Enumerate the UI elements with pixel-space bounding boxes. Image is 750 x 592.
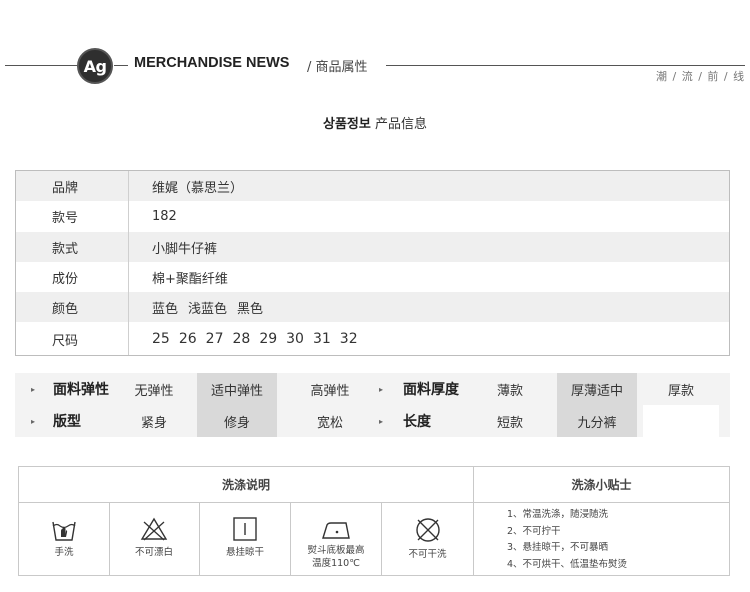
washing-tips-list: 1、常温洗涤，随浸随洗 2、不可拧干 3、悬挂晾干，不可暴晒 4、不可烘干、低温… — [507, 507, 627, 573]
info-row-brand: 品牌 维娓（慕思兰） — [16, 171, 729, 201]
color-option: 黑色 — [237, 301, 264, 317]
color-option: 蓝色 — [152, 301, 179, 317]
size-option: 27 — [205, 331, 224, 347]
option-cropped-selected: 九分裤 — [557, 405, 637, 437]
header-title: MERCHANDISE NEWS — [134, 55, 290, 71]
hand-wash-icon — [52, 521, 76, 541]
care-no-bleach: 不可漂白 — [109, 503, 199, 575]
washing-tip: 4、不可烘干、低温垫布熨烫 — [507, 558, 628, 570]
info-key: 成份 — [52, 271, 79, 287]
option-medium-stretch-selected: 适中弹性 — [197, 373, 277, 405]
care-caption: 不可干洗 — [408, 549, 447, 560]
care-caption: 手洗 — [54, 547, 74, 558]
washing-panel: 洗涤说明 洗涤小贴士 手洗 不可漂白 悬挂晾干 熨斗底板最高 温度110℃ 不可… — [18, 466, 730, 576]
care-caption: 不可漂白 — [134, 547, 173, 558]
info-key: 款号 — [52, 210, 79, 226]
washing-divider — [473, 467, 474, 575]
color-option: 浅蓝色 — [188, 301, 228, 317]
option-medium-thickness-selected: 厚薄适中 — [557, 373, 637, 405]
option-thick: 厚款 — [667, 383, 694, 399]
product-info-heading: 상품정보 产品信息 — [0, 113, 750, 132]
info-row-style-number: 款号 182 — [16, 201, 729, 231]
product-info-heading-korean: 상품정보 — [323, 117, 371, 132]
info-key: 品牌 — [52, 180, 79, 196]
iron-icon — [322, 522, 350, 539]
washing-instructions-title: 洗涤说明 — [19, 467, 473, 503]
hang-dry-icon — [233, 517, 257, 541]
header-rule-left — [5, 65, 77, 66]
info-value: 棉+聚酯纤维 — [152, 271, 228, 287]
info-row-composition: 成份 棉+聚酯纤维 — [16, 262, 729, 292]
info-key: 颜色 — [52, 301, 79, 317]
info-value: 25 26 27 28 29 30 31 32 — [129, 324, 729, 354]
bullet-arrow-icon: ▸ — [379, 384, 384, 394]
option-slim-selected: 修身 — [197, 405, 277, 437]
bullet-arrow-icon: ▸ — [31, 416, 36, 426]
header-subtitle: / 商品属性 — [307, 60, 368, 75]
info-value: 182 — [152, 208, 177, 224]
info-value: 蓝色 浅蓝色 黑色 — [129, 292, 729, 322]
attribute-row-fit: ▸ 版型 紧身 修身 宽松 ▸ 长度 短款 九分裤 — [15, 405, 730, 437]
bullet-arrow-icon: ▸ — [379, 416, 384, 426]
care-caption-line: 温度110℃ — [312, 558, 360, 569]
washing-tip: 2、不可拧干 — [507, 525, 561, 537]
header-rule-right — [386, 65, 745, 66]
washing-tip: 3、悬挂晾干，不可暴晒 — [507, 542, 609, 553]
washing-tip: 1、常温洗涤，随浸随洗 — [507, 509, 609, 520]
info-key: 尺码 — [52, 333, 79, 349]
info-row-size: 尺码 25 26 27 28 29 30 31 32 — [16, 324, 729, 354]
option-short: 短款 — [496, 415, 523, 431]
option-thin: 薄款 — [496, 383, 523, 399]
product-info-table: 品牌 维娓（慕思兰） 款号 182 款式 小脚牛仔裤 成份 棉+聚酯纤维 颜色 … — [15, 170, 730, 356]
brand-logo: Ag — [77, 48, 113, 84]
header-rule-connector — [114, 65, 128, 66]
care-hang-dry: 悬挂晾干 — [200, 503, 290, 575]
attribute-label-fit: 版型 — [53, 414, 81, 430]
info-key: 款式 — [52, 241, 79, 257]
size-option: 32 — [339, 331, 358, 347]
size-option: 28 — [232, 331, 251, 347]
size-option: 31 — [312, 331, 331, 347]
attribute-row-fabric: ▸ 面料弹性 无弹性 适中弹性 高弹性 ▸ 面料厚度 薄款 厚薄适中 厚款 — [15, 373, 730, 405]
option-no-stretch: 无弹性 — [134, 383, 174, 399]
attribute-grid: ▸ 面料弹性 无弹性 适中弹性 高弹性 ▸ 面料厚度 薄款 厚薄适中 厚款 ▸ … — [15, 373, 730, 437]
attribute-label-length: 长度 — [403, 414, 431, 430]
no-dry-clean-icon — [415, 518, 440, 542]
option-loose: 宽松 — [316, 415, 343, 431]
info-row-color: 颜色 蓝色 浅蓝色 黑色 — [16, 292, 729, 322]
option-empty — [643, 405, 719, 437]
header-tagline: 潮 / 流 / 前 / 线 — [656, 70, 746, 83]
info-column-divider — [128, 171, 129, 355]
size-option: 26 — [178, 331, 197, 347]
option-high-stretch: 高弹性 — [310, 383, 350, 399]
size-option: 29 — [259, 331, 278, 347]
care-no-dry-clean: 不可干洗 — [382, 503, 473, 575]
size-option: 30 — [286, 331, 304, 347]
attribute-label-elasticity: 面料弹性 — [53, 382, 109, 398]
attribute-label-thickness: 面料厚度 — [403, 382, 459, 398]
care-caption-line: 熨斗底板最高 — [307, 545, 365, 556]
bullet-arrow-icon: ▸ — [31, 384, 36, 394]
info-value: 维娓（慕思兰） — [152, 180, 244, 196]
info-value: 小脚牛仔裤 — [152, 241, 218, 257]
care-caption: 熨斗底板最高 温度110℃ — [307, 544, 364, 570]
info-row-style: 款式 小脚牛仔裤 — [16, 232, 729, 262]
option-tight: 紧身 — [140, 415, 167, 431]
size-option: 25 — [152, 331, 170, 347]
no-bleach-icon — [140, 517, 168, 541]
product-info-heading-chinese: 产品信息 — [370, 117, 427, 132]
washing-tips-title: 洗涤小贴士 — [474, 467, 729, 503]
care-hand-wash: 手洗 — [19, 503, 109, 575]
care-caption: 悬挂晾干 — [225, 547, 264, 558]
care-iron: 熨斗底板最高 温度110℃ — [291, 503, 381, 575]
